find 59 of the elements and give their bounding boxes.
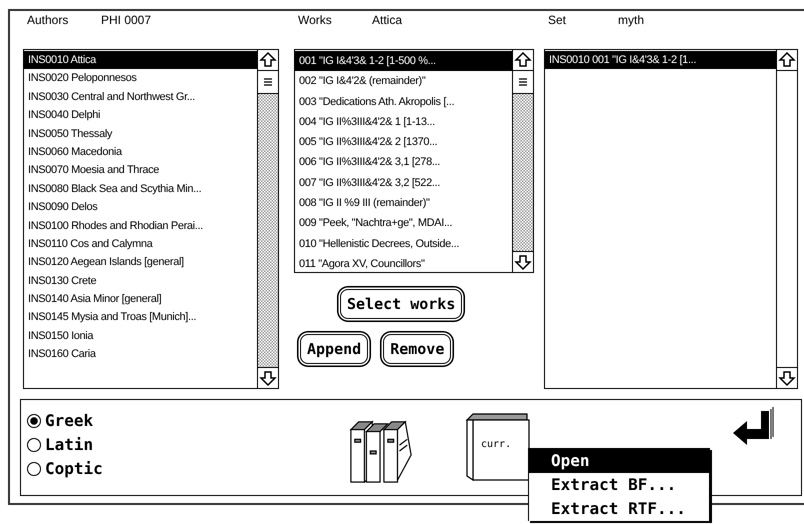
list-item[interactable]: INS0100 Rhodes and Rhodian Perai...	[24, 216, 257, 235]
scroll-thumb[interactable]	[258, 71, 278, 94]
book-label: curr.	[481, 439, 512, 450]
select-works-button[interactable]: Select works	[340, 289, 462, 319]
list-item[interactable]: INS0050 Thessaly	[24, 124, 257, 143]
scrollbar[interactable]	[512, 50, 533, 272]
list-item[interactable]: INS0120 Aegean Islands [general]	[24, 253, 257, 272]
up-arrow-icon[interactable]	[513, 50, 533, 70]
column-label: Set	[547, 13, 568, 29]
list-item[interactable]: 001 "IG I&4'3& 1-2 [1-500 %...	[295, 51, 512, 72]
list-item[interactable]: INS0145 Mysia and Troas [Munich]...	[24, 308, 257, 327]
scrollbar[interactable]	[776, 50, 797, 388]
grip-icon	[262, 76, 274, 88]
radio-icon[interactable]	[27, 438, 41, 452]
column-value: myth	[618, 13, 644, 29]
list-item[interactable]: INS0080 Black Sea and Scythia Min...	[24, 180, 257, 198]
language-radio[interactable]: Latin	[27, 434, 347, 455]
column-value: PHI 0007	[101, 13, 152, 29]
list-item[interactable]: INS0010 001 "IG I&4'3& 1-2 [1...	[545, 51, 776, 70]
list-item[interactable]: INS0140 Asia Minor [general]	[24, 290, 257, 308]
list-item[interactable]: INS0030 Central and Northwest Gr...	[24, 88, 257, 106]
list-item[interactable]: 010 "Hellenistic Decrees, Outside...	[295, 234, 512, 254]
up-arrow-icon[interactable]	[777, 50, 797, 70]
menu-item[interactable]: Extract BF...	[529, 473, 709, 497]
scrollbar[interactable]	[257, 50, 278, 388]
list-item[interactable]: 005 "IG II%3III&4'2& 2 [1370...	[295, 132, 512, 152]
column-label: Authors	[26, 13, 70, 29]
remove-button[interactable]: Remove	[383, 334, 452, 364]
list-item[interactable]: INS0010 Attica	[24, 51, 257, 70]
list-item[interactable]: 002 "IG I&4'2& (remainder)"	[295, 71, 512, 92]
list-item[interactable]: INS0110 Cos and Calymna	[24, 234, 257, 254]
list-item[interactable]: 004 "IG II%3III&4'2& 1 [1-13...	[295, 112, 512, 132]
column-label: Works	[297, 13, 333, 29]
list-item[interactable]: INS0040 Delphi	[24, 106, 257, 125]
list-item[interactable]: INS0090 Delos	[24, 198, 257, 217]
language-radio[interactable]: Coptic	[27, 458, 347, 479]
list-item[interactable]: 009 "Peek, "Nachtra+ge", MDAI...	[295, 213, 512, 234]
list-item[interactable]: 007 "IG II%3III&4'2& 3,2 [522...	[295, 172, 512, 194]
list-item[interactable]: INS0150 Ionia	[24, 326, 257, 346]
list-item[interactable]: 008 "IG II %9 III (remainder)"	[295, 193, 512, 214]
language-radio[interactable]: Greek	[27, 410, 347, 431]
scroll-thumb[interactable]	[513, 71, 533, 94]
list-item[interactable]: 006 "IG II%3III&4'2& 3,1 [278...	[295, 152, 512, 173]
column-value: Attica	[372, 13, 402, 29]
grip-icon	[517, 76, 529, 88]
list-item[interactable]: INS0070 Moesia and Thrace	[24, 161, 257, 180]
menu-item[interactable]: Extract RTF...	[529, 497, 709, 521]
menu-item[interactable]: Open	[529, 449, 709, 473]
radio-icon[interactable]	[27, 414, 41, 428]
list-item[interactable]: INS0130 Crete	[24, 272, 257, 290]
book-icon[interactable]	[465, 412, 531, 482]
list-item[interactable]: INS0020 Peloponnesos	[24, 69, 257, 88]
list-item[interactable]: 011 "Agora XV, Councillors"	[295, 254, 512, 274]
up-arrow-icon[interactable]	[258, 50, 278, 70]
list-item[interactable]: INS0060 Macedonia	[24, 142, 257, 162]
radio-icon[interactable]	[27, 462, 41, 476]
append-button[interactable]: Append	[300, 334, 368, 364]
list-item[interactable]: INS0160 Caria	[24, 345, 257, 364]
list-item[interactable]: 003 "Dedications Ath. Akropolis [...	[295, 92, 512, 112]
